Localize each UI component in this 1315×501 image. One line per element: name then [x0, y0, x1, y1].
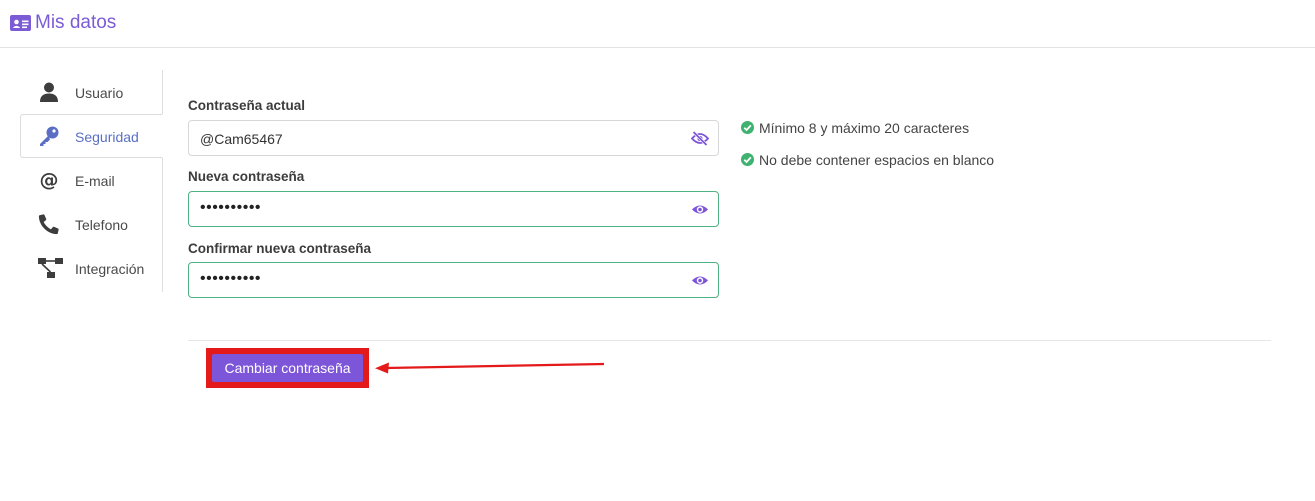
sidebar-item-telefono[interactable]: Telefono [20, 202, 163, 246]
sidebar-item-seguridad[interactable]: Seguridad [20, 114, 163, 158]
sidebar-item-email[interactable]: @ E-mail [20, 158, 163, 202]
new-password-field[interactable]: •••••••••• [188, 191, 719, 227]
key-icon [40, 126, 59, 146]
sidebar-item-usuario[interactable]: Usuario [20, 70, 163, 114]
sitemap-icon [38, 258, 63, 278]
phone-icon [38, 214, 59, 235]
rule-item: No debe contener espacios en blanco [741, 151, 1041, 169]
sidebar-item-label: Seguridad [75, 129, 139, 145]
sidebar-item-label: Usuario [75, 85, 124, 101]
at-icon: @ [40, 169, 59, 191]
confirm-password-value: •••••••••• [200, 270, 262, 287]
annotation-highlight-box: Cambiar contraseña [206, 348, 369, 388]
eye-icon[interactable] [691, 202, 709, 217]
page-title: Mis datos [35, 12, 117, 33]
rule-item: Mínimo 8 y máximo 20 caracteres [741, 119, 1041, 137]
sidebar-item-label: E-mail [75, 173, 115, 189]
user-icon [40, 82, 58, 102]
settings-sidebar: Usuario Seguridad @ E-mail Telefono Inte… [20, 70, 163, 292]
sidebar-item-integracion[interactable]: Integración [20, 246, 163, 290]
current-password-field[interactable]: @Cam65467 [188, 120, 719, 156]
sidebar-item-label: Telefono [75, 217, 128, 233]
new-password-label: Nueva contraseña [188, 169, 305, 184]
annotation-arrow [375, 362, 605, 374]
current-password-value: @Cam65467 [200, 131, 283, 147]
confirm-password-label: Confirmar nueva contraseña [188, 241, 372, 256]
eye-slash-icon[interactable] [691, 131, 709, 146]
form-divider [188, 340, 1271, 341]
rule-text: Mínimo 8 y máximo 20 caracteres [759, 120, 970, 136]
page-header: Mis datos [0, 0, 1315, 48]
check-circle-icon [741, 121, 754, 134]
eye-icon[interactable] [691, 273, 709, 288]
current-password-label: Contraseña actual [188, 98, 306, 113]
svg-text:@: @ [40, 169, 59, 191]
new-password-value: •••••••••• [200, 199, 262, 216]
sidebar-item-label: Integración [75, 261, 145, 277]
confirm-password-field[interactable]: •••••••••• [188, 262, 719, 298]
rule-text: No debe contener espacios en blanco [759, 152, 995, 168]
id-card-icon [10, 15, 31, 31]
check-circle-icon [741, 153, 754, 166]
change-password-button[interactable]: Cambiar contraseña [212, 354, 363, 382]
